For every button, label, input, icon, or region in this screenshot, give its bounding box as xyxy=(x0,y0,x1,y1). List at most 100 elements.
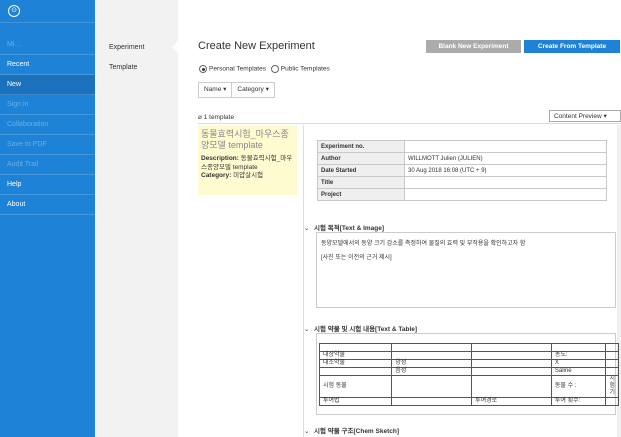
section-purpose-title: 시험 목적[Text & Image] xyxy=(314,225,385,232)
nav-item-8[interactable]: About xyxy=(0,195,95,215)
metadata-value xyxy=(404,176,607,189)
nav-item-7[interactable]: Help xyxy=(0,175,95,195)
nav-sidebar: ⊙ Mi… Recent New Sign in Collaboration Save t… xyxy=(0,0,95,437)
table-cell[interactable] xyxy=(391,343,473,352)
logo-icon: ⊙ xyxy=(8,5,20,17)
template-card-details: Description: 동물효력시험_마우스종양모델 template Cat… xyxy=(201,155,296,181)
radio-personal[interactable] xyxy=(199,65,207,73)
table-cell[interactable]: 투여경로 xyxy=(471,397,552,406)
page-title: Create New Experiment xyxy=(198,40,315,52)
category-label: Category: xyxy=(201,172,232,179)
table-cell[interactable]: 시험 동물 xyxy=(318,375,393,398)
nav-item-4[interactable]: Collaboration xyxy=(0,115,95,135)
table-cell[interactable]: X xyxy=(550,359,607,368)
nav-item-2[interactable]: New xyxy=(0,75,95,95)
radio-public[interactable] xyxy=(270,65,279,73)
table-cell[interactable] xyxy=(471,367,552,376)
metadata-value xyxy=(404,188,607,201)
description-label: Description: xyxy=(201,155,239,162)
section-structure-header[interactable]: ⌄ 시험 약물 구조[Chem Sketch] xyxy=(304,425,399,435)
template-card[interactable]: 동물효력시험_마우스종양모델 template Description: 동물효… xyxy=(198,125,297,195)
metadata-key: Date Started xyxy=(317,164,405,177)
category-value: 미얍살시험 xyxy=(233,172,264,179)
metadata-row: Project xyxy=(317,188,607,201)
blank-experiment-button[interactable]: Blank New Experiment xyxy=(426,40,521,53)
subnav-item-experiment[interactable]: Experiment xyxy=(109,44,144,51)
table-cell[interactable]: 투여법 xyxy=(318,397,393,406)
metadata-row: Author WILLMOTT Julien (JULIEN) xyxy=(317,152,607,165)
metadata-key: Author xyxy=(317,152,405,165)
table-row: 대조약물 양성 X xyxy=(318,359,619,368)
sub-sidebar: Experiment Template xyxy=(95,0,179,437)
subnav-item-template[interactable]: Template xyxy=(109,64,137,71)
table-cell[interactable]: 대조약물 xyxy=(318,359,393,368)
metadata-value: 30 Aug 2018 16:08 (UTC + 9) xyxy=(404,164,607,177)
table-cell[interactable] xyxy=(605,343,619,352)
table-cell[interactable] xyxy=(391,375,473,398)
filter-bar: Name ▾ Category ▾ xyxy=(198,82,275,98)
section-drugs-title: 시험 약물 및 시험 내용[Text & Table] xyxy=(314,326,418,333)
table-cell[interactable] xyxy=(605,367,619,376)
section-purpose-header[interactable]: ⌄ 시험 목적[Text & Image] xyxy=(304,222,384,232)
table-cell[interactable] xyxy=(550,343,607,352)
table-cell[interactable]: 투여 횟수: xyxy=(550,397,607,406)
table-cell[interactable]: Saline xyxy=(550,367,607,376)
radio-personal-label: Personal Templates xyxy=(209,65,266,73)
divider xyxy=(198,123,621,124)
drug-table: 대상약물 농도: 대조약물 양성 X 음성 Saline 시험 동물 동물 수 : 시험기 투여법 투… xyxy=(318,343,619,406)
metadata-value xyxy=(404,140,607,153)
filter-name[interactable]: Name ▾ xyxy=(199,83,233,97)
metadata-table: Experiment no. Author WILLMOTT Julien (JUL… xyxy=(317,140,607,201)
table-cell[interactable]: 대상약물 xyxy=(318,351,393,360)
chevron-down-icon: ⌄ xyxy=(304,326,310,333)
nav-item-0[interactable]: Mi… xyxy=(0,35,95,55)
table-cell[interactable] xyxy=(605,351,619,360)
section-purpose-line1: 동양모델에서의 동양 크기 감소를 측정하여 물질의 효력 및 부작용을 확인하… xyxy=(321,241,526,247)
section-drugs-header[interactable]: ⌄ 시험 약물 및 시험 내용[Text & Table] xyxy=(304,323,417,333)
template-count: ⌀ 1 template xyxy=(198,114,235,121)
table-row: 투여법 투여경로 투여 횟수: xyxy=(318,397,619,406)
section-structure-title: 시험 약물 구조[Chem Sketch] xyxy=(314,428,400,435)
section-purpose-line2: [사진 또는 이전의 근거 제시] xyxy=(321,255,392,261)
metadata-row: Title xyxy=(317,176,607,189)
main-panel: Create New Experiment Blank New Experime… xyxy=(178,0,621,437)
table-cell[interactable] xyxy=(471,375,552,398)
table-cell[interactable] xyxy=(605,397,619,406)
table-row xyxy=(318,343,619,352)
table-row: 대상약물 농도: xyxy=(318,351,619,360)
table-cell[interactable] xyxy=(391,351,473,360)
metadata-key: Experiment no. xyxy=(317,140,405,153)
nav-item-5[interactable]: Save to PDF xyxy=(0,135,95,155)
metadata-key: Project xyxy=(317,188,405,201)
table-row: 음성 Saline xyxy=(318,367,619,376)
radio-public-label: Public Templates xyxy=(280,65,330,73)
table-cell[interactable]: 시험기 xyxy=(605,375,619,398)
create-from-template-button[interactable]: Create From Template xyxy=(524,40,620,53)
chevron-down-icon: ⌄ xyxy=(304,428,310,435)
template-card-title: 동물효력시험_마우스종양모델 template xyxy=(201,129,289,150)
metadata-value: WILLMOTT Julien (JULIEN) xyxy=(404,152,607,165)
table-cell[interactable]: 동물 수 : xyxy=(550,375,607,398)
chevron-down-icon: ⌄ xyxy=(304,225,310,232)
table-cell[interactable]: 농도: xyxy=(550,351,607,360)
table-cell[interactable] xyxy=(471,359,552,368)
nav-item-1[interactable]: Recent xyxy=(0,55,95,75)
table-cell[interactable] xyxy=(471,351,552,360)
table-cell[interactable] xyxy=(605,359,619,368)
content-preview-select[interactable]: Content Preview ▾ xyxy=(549,110,621,122)
nav-item-6[interactable]: Audit Trail xyxy=(0,155,95,175)
table-cell[interactable]: 양성 xyxy=(391,359,473,368)
table-cell[interactable] xyxy=(318,343,393,352)
preview-pane[interactable]: Experiment no. Author WILLMOTT Julien (JUL… xyxy=(303,125,621,437)
table-row: 시험 동물 동물 수 : 시험기 xyxy=(318,375,619,398)
table-cell[interactable] xyxy=(318,367,393,376)
nav-item-3[interactable]: Sign in xyxy=(0,95,95,115)
template-scope: Personal Templates Public Templates xyxy=(199,65,330,73)
table-cell[interactable] xyxy=(391,397,473,406)
metadata-row: Experiment no. xyxy=(317,140,607,153)
logo[interactable]: ⊙ xyxy=(0,0,95,23)
metadata-row: Date Started 30 Aug 2018 16:08 (UTC + 9) xyxy=(317,164,607,177)
filter-category[interactable]: Category ▾ xyxy=(232,83,273,97)
table-cell[interactable]: 음성 xyxy=(391,367,473,376)
table-cell[interactable] xyxy=(471,343,552,352)
